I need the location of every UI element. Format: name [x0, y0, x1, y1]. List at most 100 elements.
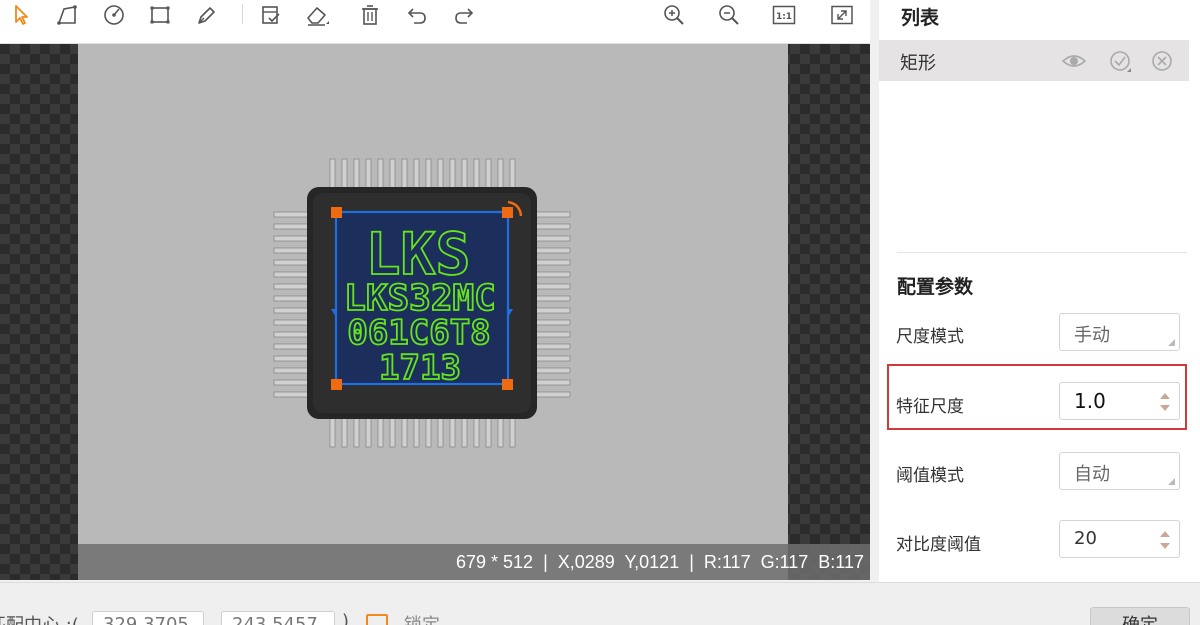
close-circle-icon[interactable] — [1150, 49, 1174, 73]
chip-pin — [389, 158, 396, 190]
chip-image: LKS LKS32MC 061C6T8 1713 — [273, 158, 571, 448]
chip-pin — [425, 158, 432, 190]
pen-icon[interactable] — [190, 0, 224, 30]
chip-pin — [273, 319, 310, 326]
list-item-label: 矩形 — [900, 53, 936, 74]
chip-pin — [413, 158, 420, 190]
confirm-button[interactable]: 确定 — [1090, 607, 1190, 625]
list-item[interactable]: 矩形 — [879, 40, 1189, 81]
eye-icon[interactable] — [1062, 49, 1086, 73]
chip-pin — [365, 158, 372, 190]
center-y-field[interactable]: 243.5457 — [221, 611, 335, 625]
eraser-icon[interactable] — [300, 0, 334, 30]
chip-pin — [497, 158, 504, 190]
chip-pin — [534, 307, 571, 314]
chip-pin — [273, 379, 310, 386]
chip-pin — [534, 211, 571, 218]
chip-pin — [273, 391, 310, 398]
rectangle-icon[interactable] — [143, 0, 177, 30]
lock-label: 锁定 — [404, 611, 440, 625]
trash-icon[interactable] — [353, 0, 387, 30]
chip-pin — [425, 416, 432, 448]
threshold-mode-select[interactable]: 自动 — [1059, 452, 1180, 490]
dropdown-corner-icon — [1168, 339, 1175, 346]
highlight-box — [887, 364, 1187, 430]
chip-pin — [497, 416, 504, 448]
roi-handle-tr — [502, 207, 513, 218]
image-canvas[interactable]: LKS LKS32MC 061C6T8 1713 679 * 512 | X,0… — [0, 44, 870, 580]
marking-line-4: 1713 — [379, 348, 461, 388]
chip-pin — [437, 158, 444, 190]
chip-pin — [473, 416, 480, 448]
chip-pin — [534, 247, 571, 254]
status-readout: 679 * 512 | X,0289 Y,0121 | R:117 G:117 … — [456, 552, 864, 572]
actual-size-label: 1:1 — [776, 12, 792, 22]
actual-size-icon[interactable]: 1:1 — [767, 0, 801, 30]
chip-pin — [509, 158, 516, 190]
chip-pin — [534, 319, 571, 326]
chip-pin — [534, 235, 571, 242]
select-arrow-icon[interactable] — [5, 0, 39, 30]
circle-icon[interactable] — [97, 0, 131, 30]
chip-pin — [534, 259, 571, 266]
chip-pin — [329, 416, 336, 448]
chip-pin — [473, 158, 480, 190]
chip-pin — [273, 343, 310, 350]
chip-pin — [353, 416, 360, 448]
polygon-icon[interactable] — [50, 0, 84, 30]
chip-pin — [413, 416, 420, 448]
match-center-label: 匹配中心 :( — [0, 611, 79, 625]
param-label-contrast: 对比度阈值 — [896, 535, 981, 555]
check-circle-icon[interactable] — [1108, 49, 1132, 73]
scale-mode-select[interactable]: 手动 — [1059, 313, 1180, 351]
chip-pin — [461, 158, 468, 190]
panel-divider — [897, 252, 1187, 253]
chip-pin — [273, 247, 310, 254]
marking-line-3: 061C6T8 — [347, 313, 490, 353]
chip-pin — [449, 416, 456, 448]
chip-pin — [365, 416, 372, 448]
chip-pin — [341, 158, 348, 190]
chip-pin — [273, 367, 310, 374]
contrast-threshold-spinner[interactable]: 20 — [1059, 520, 1180, 558]
toolbar-separator — [242, 4, 243, 24]
config-title: 配置参数 — [897, 276, 974, 298]
scale-mode-value: 手动 — [1074, 325, 1110, 346]
chip-pin — [273, 223, 310, 230]
checklist-icon[interactable] — [254, 0, 288, 30]
chip-pin — [437, 416, 444, 448]
threshold-mode-value: 自动 — [1074, 464, 1110, 485]
dropdown-corner-icon — [1168, 478, 1175, 485]
roi-handle-bl — [331, 379, 342, 390]
chip-pin — [389, 416, 396, 448]
chip-pin — [273, 283, 310, 290]
redo-icon[interactable] — [447, 0, 481, 30]
chip-pin — [377, 158, 384, 190]
chip-pin — [401, 416, 408, 448]
chip-pin — [534, 355, 571, 362]
close-paren: ) — [342, 611, 350, 625]
zoom-out-icon[interactable] — [712, 0, 746, 30]
chip-pin — [273, 355, 310, 362]
chip-pin — [273, 259, 310, 266]
list-title: 列表 — [901, 7, 940, 29]
spinner-arrows-icon[interactable] — [1159, 527, 1171, 553]
chip-pin — [534, 391, 571, 398]
center-x-field[interactable]: 329.3705 — [92, 611, 204, 625]
chip-pin — [534, 295, 571, 302]
param-label-scale-mode: 尺度模式 — [896, 327, 964, 347]
chip-pin — [273, 331, 310, 338]
toolbar: 1:1 — [0, 0, 870, 44]
chip-pin — [509, 416, 516, 448]
undo-icon[interactable] — [400, 0, 434, 30]
chip-pin — [273, 295, 310, 302]
chip-pin — [461, 416, 468, 448]
lock-checkbox[interactable] — [366, 614, 388, 625]
chip-pin — [401, 158, 408, 190]
chip-pin — [534, 367, 571, 374]
zoom-in-icon[interactable] — [657, 0, 691, 30]
chip-pin — [353, 158, 360, 190]
roi-handle-br — [502, 379, 513, 390]
param-label-threshold-mode: 阈值模式 — [896, 466, 964, 486]
fit-window-icon[interactable] — [825, 0, 859, 30]
